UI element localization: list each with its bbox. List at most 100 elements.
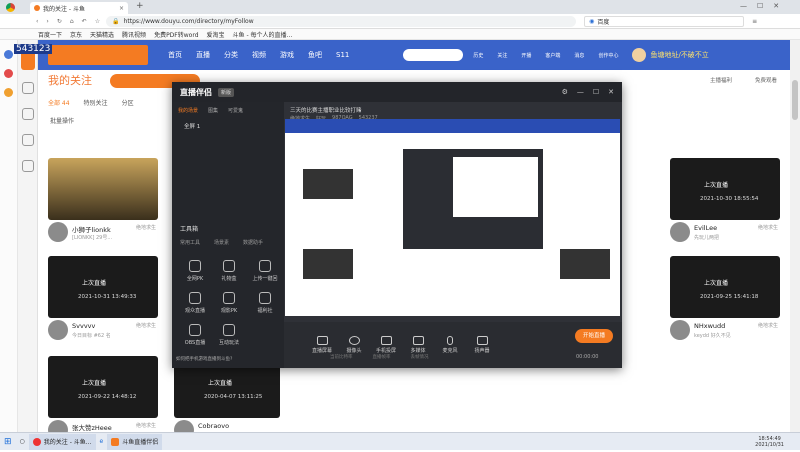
nav-item[interactable]: 视频 — [252, 50, 266, 60]
refresh-icon[interactable]: ↻ — [57, 18, 62, 25]
tool-welfare[interactable]: 福利社 — [248, 292, 282, 314]
rail-home-icon[interactable] — [4, 50, 13, 59]
follow-card[interactable]: 小狮子lionkk [LIONKK] 29号... 绝地求生 — [48, 158, 158, 254]
taskbar-item-companion[interactable]: 斗鱼直播伴侣 — [107, 433, 163, 450]
nav-client[interactable]: 客户端 — [545, 52, 560, 59]
card-name[interactable]: Svvvvv — [72, 322, 95, 330]
card-name[interactable]: 小狮子lionkk — [72, 224, 111, 234]
tool-obs[interactable]: OBS直播 — [178, 324, 212, 346]
tab-cute[interactable]: 可爱鬼 — [228, 107, 243, 114]
nav-item[interactable]: 鱼吧 — [308, 50, 322, 60]
bulk-action-button[interactable]: 批量操作 — [50, 116, 74, 125]
sort-label[interactable]: 免费观看 — [755, 76, 777, 84]
tool-audience[interactable]: 观众直播 — [178, 292, 212, 314]
forward-icon[interactable]: › — [46, 18, 48, 25]
nav-creator[interactable]: 创作中心 — [598, 52, 618, 59]
menu-icon[interactable]: ≡ — [752, 18, 757, 25]
sidebar-rank-icon[interactable] — [21, 82, 34, 94]
bookmark-item[interactable]: 百度一下 — [38, 30, 62, 39]
bookmark-item[interactable]: 京东 — [70, 30, 82, 39]
tool-tab[interactable]: 场景素 — [214, 239, 229, 246]
control-camera[interactable]: 摄像头 — [342, 336, 366, 354]
sidebar-fish-icon[interactable] — [21, 160, 34, 172]
nav-messages[interactable]: 消息 — [574, 52, 584, 59]
nav-item[interactable]: 游戏 — [280, 50, 294, 60]
user-fishpond-link[interactable]: 鱼塘地址/不破不立 — [650, 50, 708, 60]
home-icon[interactable]: ⌂ — [70, 18, 74, 25]
minimize-icon[interactable]: — — [740, 2, 747, 10]
card-thumbnail[interactable]: 上次直播 2021-10-31 13:49:33 — [48, 256, 158, 318]
clock-time[interactable]: 18:54:49 — [755, 436, 784, 442]
nav-follow[interactable]: 关注 — [497, 52, 507, 59]
tab-gallery[interactable]: 图集 — [208, 107, 218, 114]
card-name[interactable]: Cobraovo — [198, 422, 229, 430]
nav-item[interactable]: 首页 — [168, 50, 182, 60]
undo-icon[interactable]: ↶ — [82, 18, 87, 25]
follow-card[interactable]: 上次直播 2021-10-30 18:55:54 EvilLee 先玩儿两把 绝… — [670, 158, 780, 254]
card-thumbnail[interactable]: 上次直播 2021-09-22 14:48:12 — [48, 356, 158, 418]
bookmark-item[interactable]: 爱淘宝 — [207, 30, 225, 39]
footer-notice[interactable]: 如何把手机游戏直播到斗鱼? — [176, 356, 232, 362]
search-engine-label[interactable]: 百度 — [597, 17, 609, 26]
card-name[interactable]: EvilLee — [694, 224, 717, 232]
back-icon[interactable]: ‹ — [36, 18, 38, 25]
start-stream-button[interactable]: 开始直播 — [575, 329, 613, 343]
sidebar-game-icon[interactable] — [21, 134, 34, 146]
app-minimize-icon[interactable]: — — [577, 88, 584, 96]
card-thumbnail[interactable]: 上次直播 2021-09-25 15:41:18 — [670, 256, 780, 318]
search-taskbar-icon[interactable]: ○ — [16, 434, 29, 450]
control-mic[interactable]: 麦克风 — [438, 336, 462, 354]
bookmark-item[interactable]: 斗鱼 - 每个人的直播... — [233, 30, 293, 39]
sidebar-video-icon[interactable] — [21, 108, 34, 120]
control-screen[interactable]: 直播屏幕 — [310, 336, 334, 354]
scene-item[interactable]: 全屏 1 — [172, 119, 284, 133]
profile-badge[interactable]: 主播福利 — [710, 76, 732, 84]
new-tab-icon[interactable]: + — [136, 1, 144, 11]
start-button[interactable]: ⊞ — [0, 434, 16, 450]
card-thumbnail[interactable]: 上次直播 2021-10-30 18:55:54 — [670, 158, 780, 220]
card-name[interactable]: NHxwudd — [694, 322, 725, 330]
control-media[interactable]: 多媒体 — [406, 336, 430, 354]
bookmark-item[interactable]: 天猫精选 — [90, 30, 114, 39]
control-speaker[interactable]: 扬声器 — [470, 336, 494, 354]
close-window-icon[interactable]: ✕ — [773, 2, 779, 10]
scrollbar-thumb[interactable] — [792, 80, 798, 120]
site-search-input[interactable] — [403, 49, 464, 61]
tool-pk[interactable]: 全网PK — [178, 260, 212, 282]
clock-date[interactable]: 2021/10/31 — [755, 442, 784, 448]
tab-scenes[interactable]: 我的场景 — [178, 107, 198, 114]
tool-interactive[interactable]: 互动玩法 — [212, 324, 246, 346]
filter-all[interactable]: 全部 44 — [48, 98, 70, 107]
nav-item[interactable]: 直播 — [196, 50, 210, 60]
maximize-icon[interactable]: ☐ — [757, 2, 763, 10]
nav-history[interactable]: 历史 — [473, 52, 483, 59]
star-outline-icon[interactable]: ☆ — [95, 18, 100, 25]
douyu-logo[interactable] — [48, 45, 148, 65]
rail-mail-icon[interactable] — [4, 88, 13, 97]
stream-preview[interactable] — [285, 119, 620, 316]
user-avatar[interactable] — [632, 48, 647, 62]
nav-item[interactable]: 分类 — [224, 50, 238, 60]
filter-special[interactable]: 特别关注 — [84, 98, 108, 107]
app-close-icon[interactable]: ✕ — [608, 88, 614, 96]
taskbar-item-browser[interactable]: 我的关注 - 斗鱼... — [28, 433, 96, 450]
follow-card[interactable]: 上次直播 2021-10-31 13:49:33 Svvvvv 今日目标 #62… — [48, 256, 158, 352]
bookmark-item[interactable]: 免费PDF转word — [154, 30, 198, 39]
tab-my-follow[interactable]: 我的关注 - 斗鱼 × — [30, 2, 128, 14]
app-maximize-icon[interactable]: ☐ — [593, 88, 599, 96]
card-name[interactable]: 张大赞zHeee — [72, 422, 112, 432]
tool-watch-pk[interactable]: 观影PK — [212, 292, 246, 314]
nav-item[interactable]: S11 — [336, 51, 349, 59]
url-field[interactable]: https://www.douyu.com/directory/myFollow — [124, 18, 254, 25]
tool-upload[interactable]: 上传一键回 — [248, 260, 282, 282]
tool-tab[interactable]: 常用工具 — [180, 239, 200, 246]
taskbar-ie-icon[interactable]: e — [96, 434, 108, 450]
tool-gift[interactable]: 礼物盒 — [212, 260, 246, 282]
card-thumbnail[interactable] — [48, 158, 158, 220]
follow-card[interactable]: 上次直播 2021-09-25 15:41:18 NHxwudd keydd 好… — [670, 256, 780, 352]
tool-tab[interactable]: 数据助手 — [243, 239, 263, 246]
filter-category[interactable]: 分区 — [122, 98, 134, 107]
close-tab-icon[interactable]: × — [119, 5, 124, 12]
control-phone[interactable]: 手机投屏 — [374, 336, 398, 354]
rail-weibo-icon[interactable] — [4, 69, 13, 78]
